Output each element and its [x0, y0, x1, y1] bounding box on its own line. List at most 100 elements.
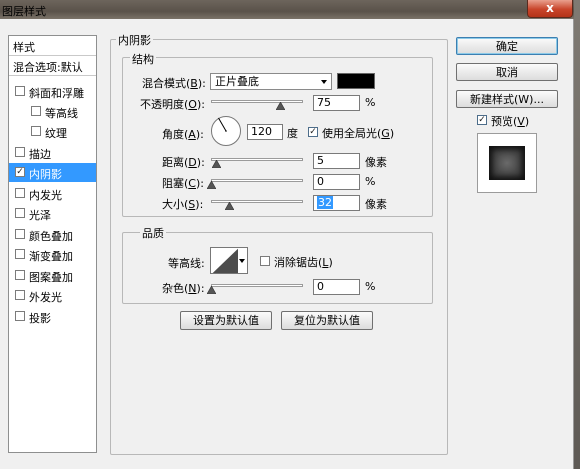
sidebar-item-label: 颜色叠加	[29, 230, 73, 243]
cancel-button[interactable]: 取消	[456, 63, 558, 81]
opacity-label: 不透明度(O):	[140, 98, 205, 111]
contour-label: 等高线:	[168, 257, 205, 270]
blend-mode-label: 混合模式(B):	[142, 77, 206, 90]
bevel-emboss-checkbox[interactable]	[15, 86, 25, 96]
sidebar-item-bevel-emboss[interactable]: 斜面和浮雕	[9, 82, 96, 101]
choke-input[interactable]: 0	[313, 174, 360, 190]
sidebar-item-texture[interactable]: 纹理	[9, 122, 96, 141]
new-style-button[interactable]: 新建样式(W)...	[456, 90, 558, 108]
inner-glow-checkbox[interactable]	[15, 188, 25, 198]
preview-label: 预览(V)	[491, 115, 530, 128]
blend-mode-value: 正片叠底	[215, 75, 259, 88]
chevron-down-icon	[239, 259, 245, 263]
structure-title: 结构	[130, 51, 156, 67]
sidebar-item-gradient-overlay[interactable]: 渐变叠加	[9, 245, 96, 264]
noise-input[interactable]: 0	[313, 279, 360, 295]
distance-unit: 像素	[365, 156, 387, 169]
blend-options-item[interactable]: 混合选项:默认	[9, 56, 96, 76]
sidebar-item-drop-shadow[interactable]: 投影	[9, 307, 96, 326]
contour-checkbox[interactable]	[31, 106, 41, 116]
sidebar-item-label: 纹理	[45, 127, 67, 140]
sidebar-item-label: 内发光	[29, 189, 62, 202]
noise-slider-thumb[interactable]	[207, 286, 216, 294]
satin-checkbox[interactable]	[15, 208, 25, 218]
sidebar-item-label: 描边	[29, 148, 51, 161]
reset-default-button[interactable]: 复位为默认值	[281, 311, 373, 330]
styles-list: 样式 混合选项:默认 斜面和浮雕 等高线 纹理 描边 ✓ 内阴影 内发光 光泽 …	[8, 35, 97, 453]
styles-header-label: 样式	[13, 41, 35, 54]
title-bar: 图层样式	[0, 0, 580, 19]
contour-preview-icon	[212, 248, 239, 273]
gradient-overlay-checkbox[interactable]	[15, 249, 25, 259]
noise-unit: %	[365, 280, 376, 293]
sidebar-item-label: 投影	[29, 312, 51, 325]
sidebar-item-stroke[interactable]: 描边	[9, 143, 96, 162]
sidebar-item-satin[interactable]: 光泽	[9, 204, 96, 223]
inner-shadow-title: 内阴影	[116, 32, 153, 48]
style-preview-swatch	[489, 146, 525, 180]
choke-slider-track[interactable]	[211, 179, 303, 182]
opacity-input[interactable]: 75	[313, 95, 360, 111]
distance-label: 距离(D):	[162, 156, 205, 169]
global-light-checkbox[interactable]: ✓	[308, 127, 318, 137]
set-default-button[interactable]: 设置为默认值	[180, 311, 272, 330]
sidebar-item-label: 渐变叠加	[29, 250, 73, 263]
sidebar-item-label: 斜面和浮雕	[29, 87, 84, 100]
choke-label: 阻塞(C):	[162, 177, 204, 190]
size-input[interactable]: 32	[313, 195, 360, 211]
window-title: 图层样式	[2, 5, 46, 18]
choke-slider-thumb[interactable]	[207, 181, 216, 189]
anti-alias-checkbox[interactable]	[260, 256, 270, 266]
sidebar-item-outer-glow[interactable]: 外发光	[9, 286, 96, 305]
distance-slider-track[interactable]	[211, 158, 303, 161]
sidebar-item-label: 外发光	[29, 291, 62, 304]
sidebar-item-inner-glow[interactable]: 内发光	[9, 184, 96, 203]
distance-input[interactable]: 5	[313, 153, 360, 169]
color-overlay-checkbox[interactable]	[15, 229, 25, 239]
choke-unit: %	[365, 175, 376, 188]
inner-shadow-checkbox[interactable]: ✓	[15, 167, 25, 177]
noise-label: 杂色(N):	[162, 282, 205, 295]
stroke-checkbox[interactable]	[15, 147, 25, 157]
angle-input[interactable]: 120	[247, 124, 283, 140]
sidebar-item-label: 等高线	[45, 107, 78, 120]
drop-shadow-checkbox[interactable]	[15, 311, 25, 321]
close-button[interactable]: x	[527, 0, 573, 18]
sidebar-item-label: 光泽	[29, 209, 51, 222]
sidebar-item-color-overlay[interactable]: 颜色叠加	[9, 225, 96, 244]
noise-slider-track[interactable]	[211, 284, 303, 287]
blend-options-label: 混合选项:默认	[13, 61, 83, 74]
texture-checkbox[interactable]	[31, 126, 41, 136]
outer-glow-checkbox[interactable]	[15, 290, 25, 300]
angle-dial-icon	[211, 116, 241, 146]
distance-slider-thumb[interactable]	[212, 160, 221, 168]
opacity-slider-track[interactable]	[211, 100, 303, 103]
window-border	[574, 0, 580, 469]
sidebar-item-label: 图案叠加	[29, 271, 73, 284]
opacity-unit: %	[365, 96, 376, 109]
angle-dial[interactable]	[210, 115, 242, 147]
ok-button[interactable]: 确定	[456, 37, 558, 55]
angle-unit: 度	[287, 127, 298, 140]
sidebar-item-contour[interactable]: 等高线	[9, 102, 96, 121]
sidebar-item-pattern-overlay[interactable]: 图案叠加	[9, 266, 96, 285]
style-preview-thumbnail	[477, 133, 537, 193]
size-label: 大小(S):	[162, 198, 204, 211]
size-unit: 像素	[365, 198, 387, 211]
contour-picker[interactable]	[210, 247, 248, 274]
anti-alias-label: 消除锯齿(L)	[274, 256, 333, 269]
sidebar-item-inner-shadow[interactable]: ✓ 内阴影	[9, 163, 96, 182]
chevron-down-icon	[321, 80, 327, 84]
sidebar-item-label: 内阴影	[29, 168, 62, 181]
preview-checkbox[interactable]: ✓	[477, 115, 487, 125]
angle-label: 角度(A):	[162, 128, 204, 141]
size-input-selected-text: 32	[317, 196, 333, 209]
size-slider-thumb[interactable]	[225, 202, 234, 210]
pattern-overlay-checkbox[interactable]	[15, 270, 25, 280]
styles-header[interactable]: 样式	[9, 36, 96, 56]
opacity-slider-thumb[interactable]	[275, 102, 285, 110]
blend-mode-dropdown[interactable]: 正片叠底	[210, 73, 332, 90]
shadow-color-swatch[interactable]	[337, 73, 375, 89]
global-light-label: 使用全局光(G)	[322, 127, 395, 140]
quality-title: 品质	[140, 225, 166, 241]
